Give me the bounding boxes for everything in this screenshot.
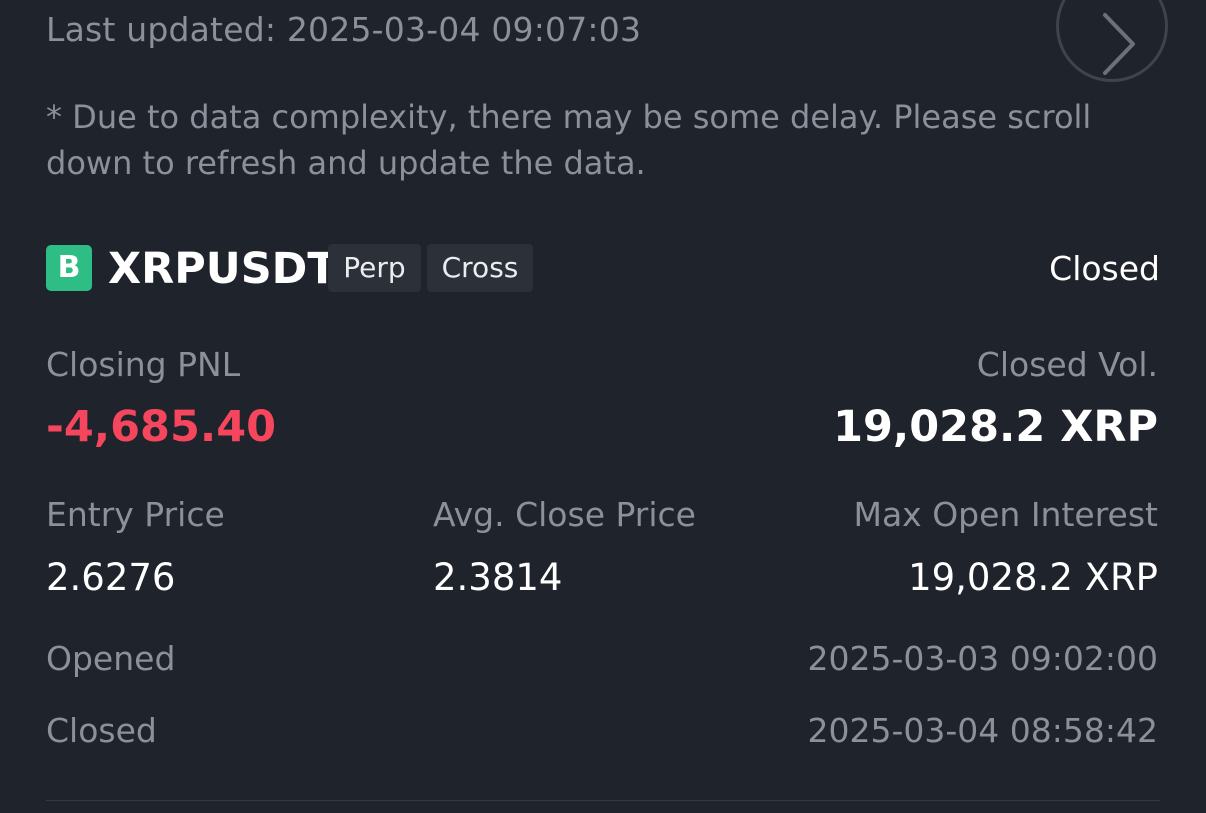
opened-label: Opened xyxy=(46,639,176,678)
closing-pnl-value: -4,685.40 xyxy=(46,402,277,452)
avg-close-price-label: Avg. Close Price xyxy=(433,495,696,534)
entry-price-label: Entry Price xyxy=(46,495,225,534)
closed-vol-label: Closed Vol. xyxy=(976,345,1158,384)
max-open-interest-value: 19,028.2 XRP xyxy=(908,556,1158,599)
next-button[interactable] xyxy=(1056,0,1168,82)
data-delay-disclaimer: * Due to data complexity, there may be s… xyxy=(46,98,1092,182)
buy-side-badge: B xyxy=(46,245,92,291)
closed-label: Closed xyxy=(46,711,157,750)
opened-time: 2025-03-03 09:02:00 xyxy=(807,639,1158,678)
avg-close-price-value: 2.3814 xyxy=(433,556,563,599)
position-history-screen: Last updated: 2025-03-04 09:07:03 * Due … xyxy=(0,0,1206,813)
last-updated-text: Last updated: 2025-03-04 09:07:03 xyxy=(46,10,642,49)
closed-time: 2025-03-04 08:58:42 xyxy=(807,711,1158,750)
symbol-name: XRPUSDT xyxy=(108,244,337,294)
entry-price-value: 2.6276 xyxy=(46,556,176,599)
closing-pnl-label: Closing PNL xyxy=(46,345,241,384)
margin-mode-tag: Cross xyxy=(427,244,533,292)
contract-type-tag: Perp xyxy=(328,244,421,292)
section-divider xyxy=(46,800,1160,801)
closed-vol-value: 19,028.2 XRP xyxy=(833,402,1158,452)
position-status: Closed xyxy=(1049,249,1160,288)
chevron-right-icon xyxy=(1103,13,1135,75)
position-header[interactable]: B XRPUSDT Perp Cross Closed xyxy=(46,243,1160,295)
max-open-interest-label: Max Open Interest xyxy=(853,495,1158,534)
